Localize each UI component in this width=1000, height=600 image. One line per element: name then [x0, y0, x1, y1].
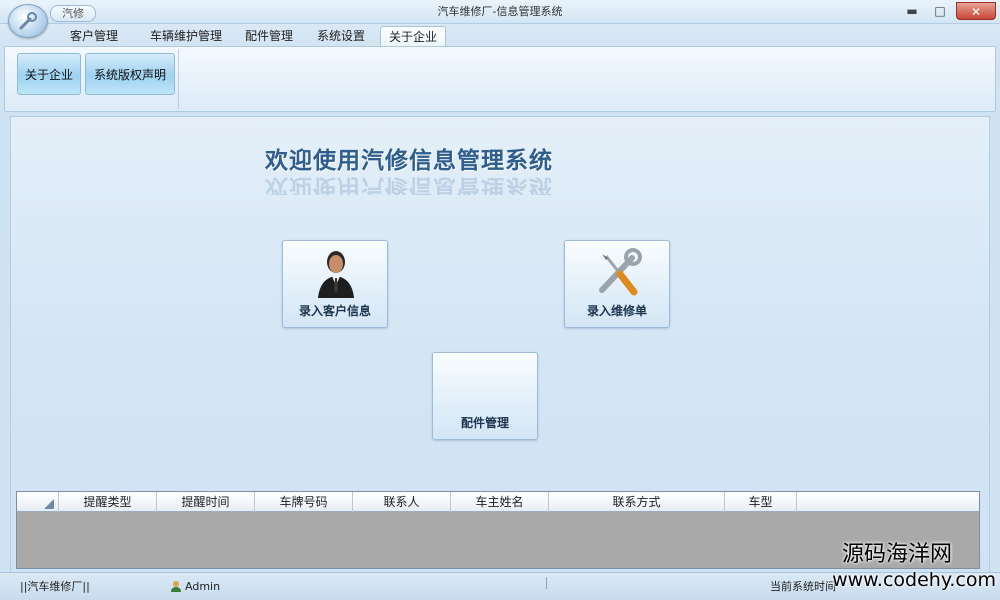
title-bar: 汽车维修厂-信息管理系统 ▬ □ ✕	[0, 0, 1000, 24]
status-company: ||汽车维修厂||	[20, 580, 90, 593]
tab-parts-management[interactable]: 配件管理	[236, 26, 302, 46]
user-icon	[171, 581, 181, 592]
about-company-button[interactable]: 关于企业	[17, 53, 81, 95]
close-button[interactable]: ✕	[956, 2, 996, 20]
column-contact-info[interactable]: 联系方式	[549, 492, 725, 512]
watermark-url: www.codehy.com	[832, 569, 996, 591]
column-plate-number[interactable]: 车牌号码	[255, 492, 353, 512]
tab-customer-management[interactable]: 客户管理	[58, 26, 130, 46]
column-contact[interactable]: 联系人	[353, 492, 451, 512]
wrench-icon	[19, 12, 37, 30]
add-customer-info-tile[interactable]: 录入客户信息	[282, 240, 388, 328]
grid-header: 提醒类型 提醒时间 车牌号码 联系人 车主姓名 联系方式 车型	[17, 492, 979, 512]
column-reminder-type[interactable]: 提醒类型	[59, 492, 157, 512]
welcome-heading-reflection: 欢迎使用汽修信息管理系统	[265, 174, 553, 195]
welcome-heading: 欢迎使用汽修信息管理系统	[265, 148, 553, 174]
column-vehicle-model[interactable]: 车型	[725, 492, 797, 512]
minimize-button[interactable]: ▬	[898, 2, 926, 20]
grid-select-all-corner[interactable]	[17, 492, 59, 512]
watermark: 源码海洋网 www.codehy.com	[796, 542, 996, 598]
repair-tools-icon	[599, 248, 642, 296]
tab-system-settings[interactable]: 系统设置	[308, 26, 374, 46]
quick-access-tab[interactable]: 汽修	[50, 5, 96, 22]
status-separator	[546, 577, 547, 589]
parts-management-label: 配件管理	[460, 416, 509, 430]
column-reminder-time[interactable]: 提醒时间	[157, 492, 255, 512]
copyright-statement-button[interactable]: 系统版权声明	[85, 53, 175, 95]
add-repair-order-label: 录入维修单	[586, 304, 647, 318]
status-user-name: Admin	[185, 580, 221, 593]
parts-management-tile[interactable]: 配件管理	[432, 352, 538, 440]
window-title: 汽车维修厂-信息管理系统	[437, 5, 563, 18]
tab-about-company[interactable]: 关于企业	[380, 26, 446, 46]
ribbon-group-about: 关于企业 系统版权声明	[13, 49, 179, 109]
status-user: Admin	[170, 573, 220, 600]
customer-person-icon	[318, 251, 354, 298]
tab-vehicle-maintenance[interactable]: 车辆维护管理	[140, 26, 232, 46]
maximize-button[interactable]: □	[926, 2, 954, 20]
add-customer-info-label: 录入客户信息	[298, 304, 371, 318]
column-owner-name[interactable]: 车主姓名	[451, 492, 549, 512]
ribbon-tab-row: 客户管理 车辆维护管理 配件管理 系统设置 关于企业	[0, 24, 1000, 46]
ribbon-panel: 关于企业 系统版权声明	[4, 46, 996, 112]
watermark-cn: 源码海洋网	[841, 542, 952, 567]
app-menu-orb-button[interactable]	[8, 4, 48, 38]
add-repair-order-tile[interactable]: 录入维修单	[564, 240, 670, 328]
